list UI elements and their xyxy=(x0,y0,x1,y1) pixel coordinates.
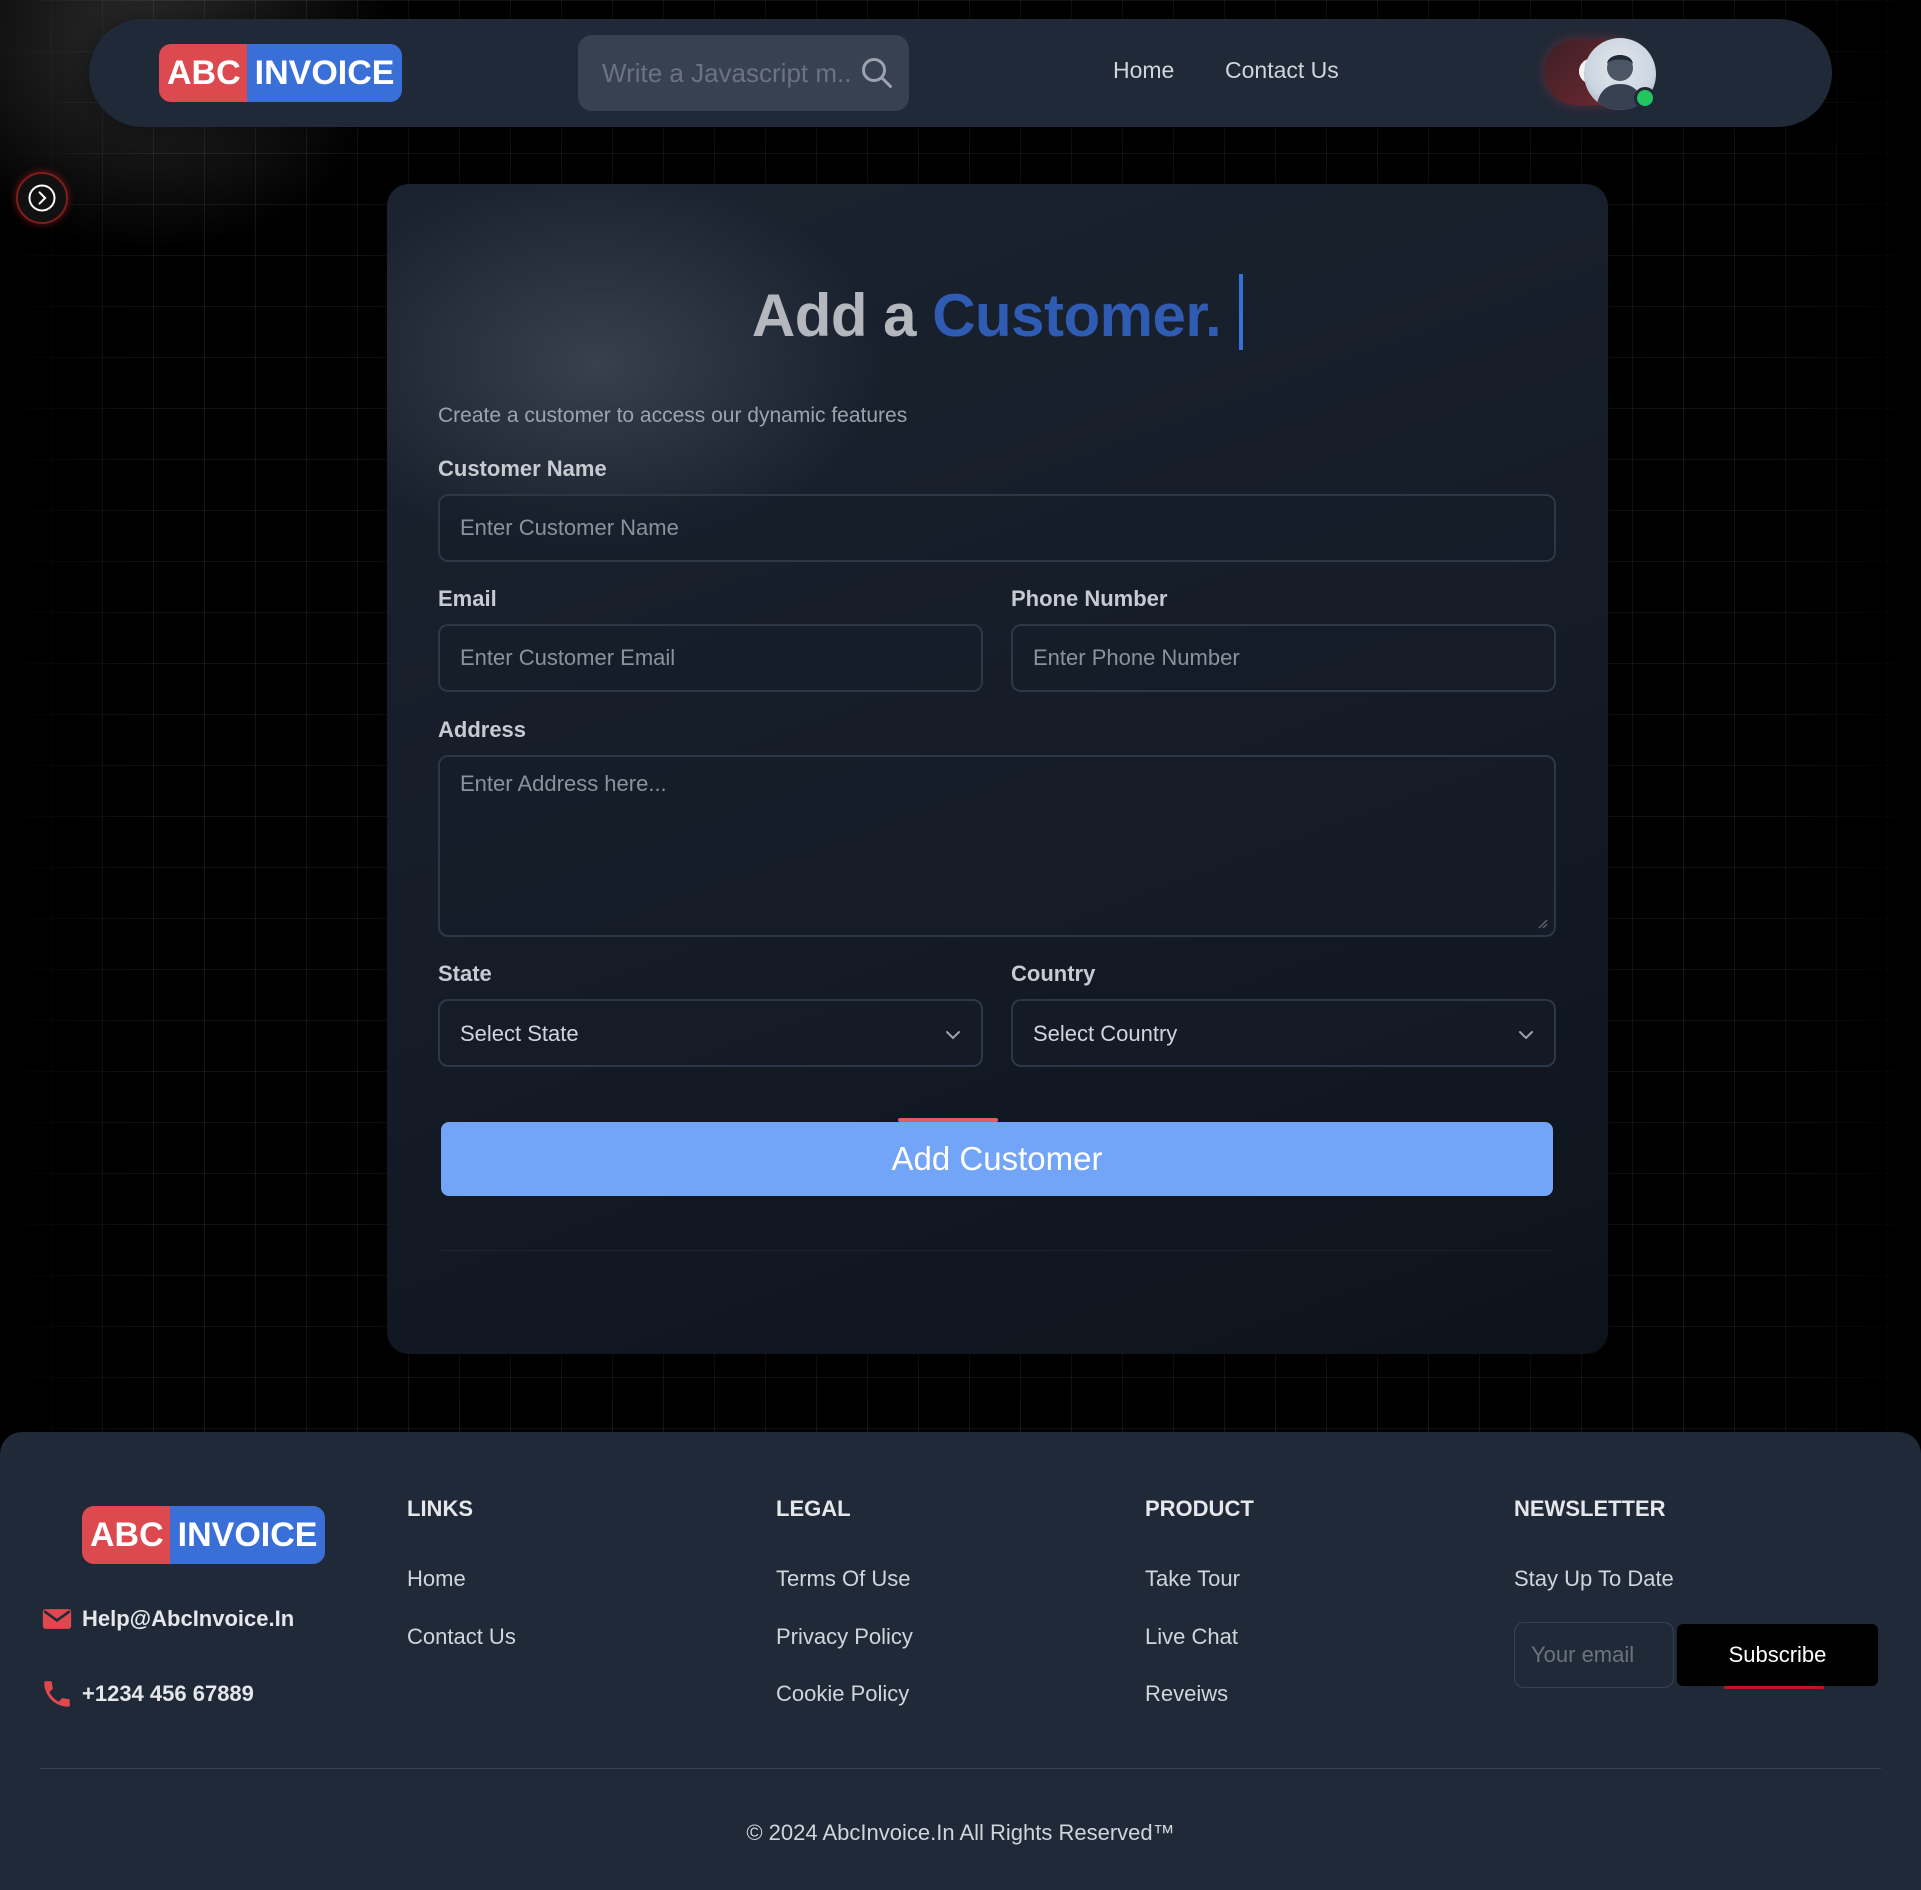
logo-invoice: INVOICE xyxy=(246,44,403,102)
footer-brand-logo[interactable]: ABC INVOICE xyxy=(82,1506,326,1564)
footer-link-livechat[interactable]: Live Chat xyxy=(1145,1624,1238,1650)
email-input[interactable] xyxy=(440,626,981,690)
phone-field xyxy=(1011,624,1556,692)
title-prefix: Add a xyxy=(751,282,917,349)
search-bar xyxy=(578,35,909,111)
footer-phone[interactable]: +1234 456 67889 xyxy=(40,1677,254,1711)
add-customer-button[interactable]: Add Customer xyxy=(441,1122,1553,1196)
logo-abc: ABC xyxy=(82,1506,170,1564)
footer-email[interactable]: Help@AbcInvoice.In xyxy=(40,1602,294,1636)
footer-link-cookie[interactable]: Cookie Policy xyxy=(776,1681,909,1707)
country-select-value: Select Country xyxy=(1033,1021,1178,1046)
typing-caret xyxy=(1239,274,1244,350)
footer-link-home[interactable]: Home xyxy=(407,1566,466,1592)
footer-product-heading: PRODUCT xyxy=(1145,1496,1254,1521)
navbar: ABC INVOICE Home Contact Us xyxy=(89,19,1832,127)
subscribe-button[interactable]: Subscribe xyxy=(1677,1624,1878,1686)
resize-handle-icon[interactable] xyxy=(1536,917,1548,929)
brand-logo[interactable]: ABC INVOICE xyxy=(159,44,403,102)
chevron-down-icon xyxy=(1519,1031,1533,1040)
card-divider xyxy=(441,1250,1553,1251)
footer-legal-heading: LEGAL xyxy=(776,1496,851,1521)
country-label: Country xyxy=(1011,961,1096,986)
mail-icon xyxy=(42,1609,72,1629)
online-status-indicator xyxy=(1634,87,1656,109)
phone-input[interactable] xyxy=(1013,626,1554,690)
footer-links-heading: LINKS xyxy=(407,1496,473,1521)
title-accent: Customer. xyxy=(932,282,1222,349)
logo-abc: ABC xyxy=(159,44,247,102)
address-label: Address xyxy=(438,717,527,742)
search-input[interactable] xyxy=(602,35,852,111)
newsletter-text: Stay Up To Date xyxy=(1514,1566,1674,1591)
chevron-down-icon xyxy=(946,1031,960,1040)
add-customer-card: Add a Customer. Create a customer to acc… xyxy=(387,184,1608,1354)
customer-name-field xyxy=(438,494,1556,562)
email-label: Email xyxy=(438,586,497,611)
footer-phone-text: +1234 456 67889 xyxy=(82,1681,254,1706)
footer: ABC INVOICE Help@AbcInvoice.In +1234 456… xyxy=(0,1432,1921,1890)
state-select[interactable]: Select State xyxy=(438,999,983,1067)
address-textarea[interactable] xyxy=(440,757,1554,935)
address-field xyxy=(438,755,1556,937)
footer-link-reviews[interactable]: Reveiws xyxy=(1145,1681,1228,1707)
footer-link-terms[interactable]: Terms Of Use xyxy=(776,1566,910,1592)
form-subtitle: Create a customer to access our dynamic … xyxy=(438,404,908,427)
email-field xyxy=(438,624,983,692)
state-select-value: Select State xyxy=(460,1021,579,1046)
nav-link-contact[interactable]: Contact Us xyxy=(1225,57,1339,84)
state-label: State xyxy=(438,961,492,986)
subscribe-glow-accent xyxy=(1724,1686,1824,1689)
footer-link-privacy[interactable]: Privacy Policy xyxy=(776,1624,913,1650)
logo-invoice: INVOICE xyxy=(169,1506,326,1564)
search-icon[interactable] xyxy=(859,55,895,91)
chevron-right-circle-icon xyxy=(28,184,56,212)
footer-newsletter-heading: NEWSLETTER xyxy=(1514,1496,1666,1521)
sidebar-toggle-button[interactable] xyxy=(16,172,68,224)
footer-link-tour[interactable]: Take Tour xyxy=(1145,1566,1240,1592)
copyright-text: © 2024 AbcInvoice.In All Rights Reserved… xyxy=(746,1820,1175,1845)
page-title: Add a Customer. xyxy=(387,274,1608,350)
footer-email-text: Help@AbcInvoice.In xyxy=(82,1606,295,1631)
customer-name-label: Customer Name xyxy=(438,456,607,481)
footer-divider xyxy=(40,1768,1881,1769)
newsletter-email-input[interactable] xyxy=(1514,1622,1674,1688)
phone-label: Phone Number xyxy=(1011,586,1168,611)
footer-link-contact[interactable]: Contact Us xyxy=(407,1624,516,1650)
country-select[interactable]: Select Country xyxy=(1011,999,1556,1067)
customer-name-input[interactable] xyxy=(440,496,1554,560)
phone-icon xyxy=(44,1681,70,1707)
nav-link-home[interactable]: Home xyxy=(1113,57,1174,84)
